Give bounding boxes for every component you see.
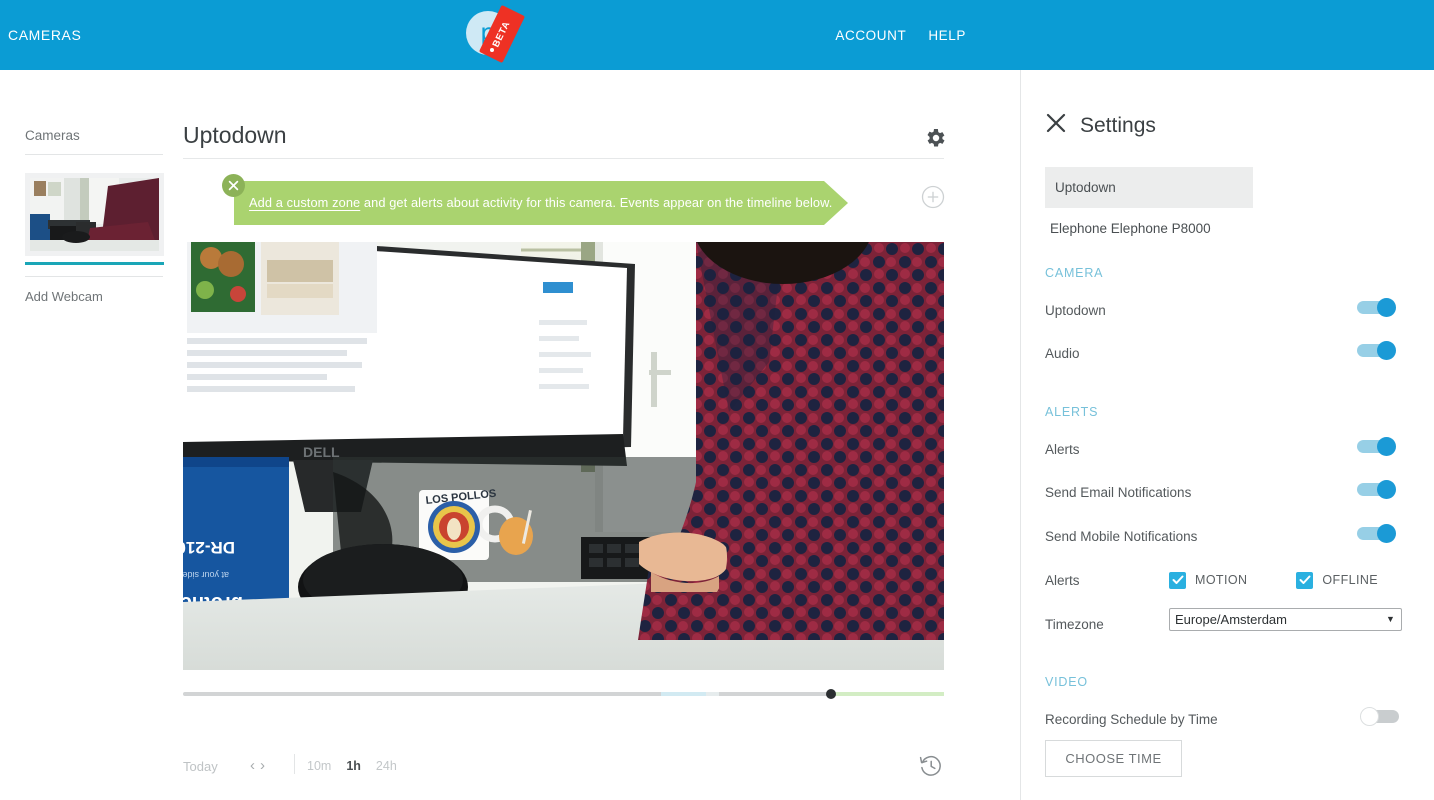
- timeline-nav-arrows: ‹ ›: [250, 757, 265, 774]
- settings-header: Settings: [1045, 112, 1156, 139]
- sidebar-camera-thumbnail[interactable]: [25, 173, 164, 256]
- setting-row-alerts: Alerts: [1045, 437, 1411, 461]
- nav-cameras[interactable]: CAMERAS: [8, 27, 81, 43]
- add-zone-plus-icon[interactable]: [921, 185, 945, 209]
- setting-label-alerts: Alerts: [1045, 441, 1080, 457]
- settings-title: Settings: [1080, 113, 1156, 137]
- custom-zone-banner-body: Add a custom zone and get alerts about a…: [234, 181, 848, 225]
- timeline-zoom-levels: 10m 1h 24h: [307, 759, 397, 773]
- settings-camera-option-selected[interactable]: Uptodown: [1045, 167, 1253, 208]
- section-heading-camera: CAMERA: [1045, 266, 1104, 280]
- timeline-next-button[interactable]: ›: [260, 757, 265, 774]
- setting-label-mobile-notifications: Send Mobile Notifications: [1045, 528, 1198, 544]
- timeline-divider: [294, 754, 295, 774]
- setting-row-uptodown: Uptodown: [1045, 298, 1411, 322]
- setting-row-email-notifications: Send Email Notifications: [1045, 480, 1411, 504]
- history-icon[interactable]: [918, 753, 944, 779]
- timeline-zoom-10m[interactable]: 10m: [307, 759, 331, 773]
- toggle-mobile-notifications[interactable]: [1357, 524, 1399, 543]
- svg-text:DR-2100: DR-2100: [183, 538, 235, 557]
- toggle-recording-schedule[interactable]: [1357, 707, 1399, 726]
- beta-ribbon-hole-icon: [490, 48, 494, 52]
- timeline-segment-live: [833, 692, 944, 696]
- gear-icon[interactable]: [924, 126, 948, 150]
- settings-panel: Settings Uptodown Elephone Elephone P800…: [1020, 70, 1434, 800]
- sidebar: Cameras Add Webcam: [0, 70, 182, 800]
- sidebar-camera-thumbnail-image: [30, 178, 159, 251]
- section-heading-alerts: ALERTS: [1045, 405, 1099, 419]
- timeline-controls: Today ‹ › 10m 1h 24h: [183, 748, 944, 788]
- timeline-segment-recorded: [661, 692, 706, 696]
- setting-label-timezone: Timezone: [1045, 616, 1104, 632]
- checkbox-motion[interactable]: [1169, 571, 1186, 589]
- setting-row-mobile-notifications: Send Mobile Notifications: [1045, 524, 1411, 548]
- toggle-uptodown[interactable]: [1357, 298, 1399, 317]
- main-content: Uptodown Add a custom zone and get alert…: [182, 70, 1020, 800]
- timeline-track[interactable]: [183, 689, 944, 699]
- close-banner-button[interactable]: [222, 174, 245, 197]
- timezone-select[interactable]: Europe/Amsterdam: [1169, 608, 1402, 631]
- add-custom-zone-link[interactable]: Add a custom zone: [249, 195, 360, 210]
- section-heading-video: VIDEO: [1045, 675, 1088, 689]
- toggle-audio[interactable]: [1357, 341, 1399, 360]
- top-bar: CAMERAS p BETA ACCOUNT HELP: [0, 0, 1434, 70]
- toggle-alerts[interactable]: [1357, 437, 1399, 456]
- timeline-prev-button[interactable]: ‹: [250, 757, 255, 774]
- svg-text:at your side: at your side: [183, 570, 229, 580]
- setting-label-alert-types: Alerts: [1045, 572, 1080, 588]
- app-logo[interactable]: p BETA: [463, 4, 553, 66]
- checkbox-label-offline: OFFLINE: [1322, 573, 1378, 587]
- setting-row-recording-schedule: Recording Schedule by Time: [1045, 707, 1411, 731]
- add-webcam-button[interactable]: Add Webcam: [25, 289, 103, 304]
- setting-row-alert-types: Alerts MOTION OFFLINE: [1045, 568, 1411, 592]
- setting-row-timezone: Timezone Europe/Amsterdam ▼: [1045, 608, 1411, 636]
- sidebar-title: Cameras: [25, 128, 80, 143]
- top-nav: ACCOUNT HELP: [835, 28, 966, 43]
- custom-zone-banner-text: Add a custom zone and get alerts about a…: [234, 195, 832, 210]
- setting-row-audio: Audio: [1045, 341, 1411, 365]
- timeline-playhead[interactable]: [826, 689, 836, 699]
- custom-zone-banner: Add a custom zone and get alerts about a…: [183, 174, 945, 232]
- timeline-today-label[interactable]: Today: [183, 759, 218, 774]
- beta-label: BETA: [491, 19, 513, 49]
- nav-help[interactable]: HELP: [928, 28, 966, 43]
- page-title: Uptodown: [183, 122, 287, 148]
- checkbox-label-motion: MOTION: [1195, 573, 1248, 587]
- timeline-segment-gap: [706, 692, 719, 696]
- setting-label-recording-schedule: Recording Schedule by Time: [1045, 711, 1218, 727]
- toggle-email-notifications[interactable]: [1357, 480, 1399, 499]
- timeline-zoom-24h[interactable]: 24h: [376, 759, 397, 773]
- sidebar-divider-top: [25, 154, 163, 155]
- title-divider: [183, 158, 944, 159]
- app-root: CAMERAS p BETA ACCOUNT HELP Cameras: [0, 0, 1434, 800]
- custom-zone-banner-rest: and get alerts about activity for this c…: [360, 195, 833, 211]
- video-stream[interactable]: DELL DR-2100 brother at your side: [183, 242, 944, 670]
- nav-account[interactable]: ACCOUNT: [835, 28, 906, 43]
- setting-label-uptodown: Uptodown: [1045, 302, 1106, 318]
- close-icon[interactable]: [1045, 112, 1067, 139]
- checkbox-offline[interactable]: [1296, 571, 1314, 589]
- sidebar-divider-bottom: [25, 276, 163, 277]
- timeline-zoom-1h[interactable]: 1h: [346, 759, 361, 773]
- sidebar-camera-selected-indicator: [25, 262, 164, 265]
- choose-time-button[interactable]: CHOOSE TIME: [1045, 740, 1182, 777]
- setting-label-email-notifications: Send Email Notifications: [1045, 484, 1192, 500]
- settings-camera-option[interactable]: Elephone Elephone P8000: [1045, 208, 1253, 249]
- setting-label-audio: Audio: [1045, 345, 1080, 361]
